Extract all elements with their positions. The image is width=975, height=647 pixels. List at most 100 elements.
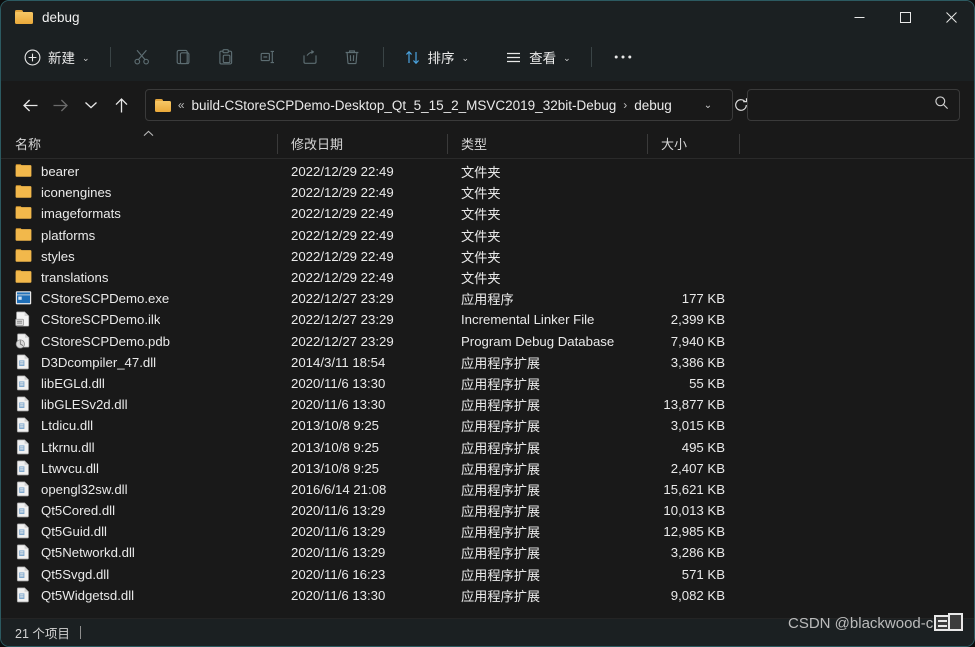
- file-name-cell[interactable]: platforms: [1, 225, 277, 246]
- file-type-cell: 应用程序扩展: [461, 398, 541, 414]
- file-date-cell: 2022/12/29 22:49: [291, 185, 394, 201]
- file-name-label: Qt5Widgetsd.dll: [41, 587, 135, 603]
- file-name-label: Ltdicu.dll: [41, 418, 94, 434]
- maximize-button[interactable]: [882, 1, 928, 33]
- file-name-label: translations: [41, 270, 109, 286]
- table-row[interactable]: Qt5Cored.dll 2020/11/6 13:29 应用程序扩展 10,013 …: [1, 500, 974, 521]
- table-row[interactable]: opengl32sw.dll 2016/6/14 21:08 应用程序扩展 15,62…: [1, 479, 974, 500]
- table-row[interactable]: libGLESv2d.dll 2020/11/6 13:30 应用程序扩展 13,87…: [1, 394, 974, 415]
- file-name-cell[interactable]: CStoreSCPDemo.pdb: [1, 331, 277, 352]
- file-size-cell: 2,407 KB: [670, 460, 725, 476]
- table-row[interactable]: Qt5Svgd.dll 2020/11/6 16:23 应用程序扩展 571 KB: [1, 564, 974, 585]
- share-icon: [301, 48, 319, 66]
- paste-button[interactable]: [206, 41, 246, 73]
- file-list[interactable]: bearer 2022/12/29 22:49 文件夹 iconengines 2022…: [1, 159, 974, 618]
- status-bar: 21 个项目: [1, 618, 974, 646]
- file-name-cell[interactable]: Qt5Svgd.dll: [1, 564, 277, 585]
- file-name-label: iconengines: [41, 185, 112, 201]
- file-name-cell[interactable]: bearer: [1, 161, 277, 182]
- table-row[interactable]: Qt5Widgetsd.dll 2020/11/6 13:30 应用程序扩展 9,08…: [1, 585, 974, 606]
- column-header-name[interactable]: 名称: [1, 129, 277, 159]
- file-name-label: Ltkrnu.dll: [41, 439, 95, 455]
- delete-button[interactable]: [332, 41, 372, 73]
- up-button[interactable]: [106, 89, 136, 121]
- table-row[interactable]: styles 2022/12/29 22:49 文件夹: [1, 246, 974, 267]
- back-button[interactable]: [15, 89, 45, 121]
- file-date-cell: 2013/10/8 9:25: [291, 460, 379, 476]
- rename-button[interactable]: [248, 41, 288, 73]
- file-size-cell: 9,082 KB: [670, 587, 725, 603]
- minimize-button[interactable]: [836, 1, 882, 33]
- ellipsis-icon: [614, 54, 632, 60]
- search-input[interactable]: [758, 97, 935, 113]
- view-button[interactable]: 查看 ⌄: [496, 41, 580, 73]
- file-name-cell[interactable]: Ltdicu.dll: [1, 415, 277, 436]
- file-name-cell[interactable]: libGLESv2d.dll: [1, 394, 277, 415]
- file-name-cell[interactable]: Qt5Networkd.dll: [1, 542, 277, 563]
- table-row[interactable]: Qt5Guid.dll 2020/11/6 13:29 应用程序扩展 12,985 K…: [1, 521, 974, 542]
- file-name-cell[interactable]: CStoreSCPDemo.exe: [1, 288, 277, 309]
- file-size-cell: [647, 203, 739, 224]
- share-button[interactable]: [290, 41, 330, 73]
- file-date-cell: 2022/12/29 22:49: [291, 227, 394, 243]
- table-row[interactable]: imageformats 2022/12/29 22:49 文件夹: [1, 203, 974, 224]
- table-row[interactable]: Ltdicu.dll 2013/10/8 9:25 应用程序扩展 3,015 KB: [1, 415, 974, 436]
- table-row[interactable]: Ltwvcu.dll 2013/10/8 9:25 应用程序扩展 2,407 KB: [1, 458, 974, 479]
- file-name-cell[interactable]: Qt5Cored.dll: [1, 500, 277, 521]
- column-header-type[interactable]: 类型: [447, 129, 647, 159]
- sort-button[interactable]: 排序 ⌄: [395, 41, 479, 73]
- file-name-cell[interactable]: Ltkrnu.dll: [1, 437, 277, 458]
- file-name-cell[interactable]: opengl32sw.dll: [1, 479, 277, 500]
- chevron-down-icon: ⌄: [563, 52, 571, 63]
- cut-button[interactable]: [122, 41, 162, 73]
- scissors-icon: [133, 48, 151, 66]
- more-options-button[interactable]: [603, 41, 643, 73]
- file-name-cell[interactable]: styles: [1, 246, 277, 267]
- column-header-date[interactable]: 修改日期: [277, 129, 447, 159]
- sort-ascending-icon: [143, 130, 154, 139]
- pdb-icon: [15, 333, 32, 350]
- table-row[interactable]: libEGLd.dll 2020/11/6 13:30 应用程序扩展 55 KB: [1, 373, 974, 394]
- table-row[interactable]: CStoreSCPDemo.exe 2022/12/27 23:29 应用程序 177…: [1, 288, 974, 309]
- table-row[interactable]: Qt5Networkd.dll 2020/11/6 13:29 应用程序扩展 3,28…: [1, 542, 974, 563]
- file-date-cell: 2022/12/29 22:49: [291, 248, 394, 264]
- file-name-cell[interactable]: CStoreSCPDemo.ilk: [1, 309, 277, 330]
- file-name-cell[interactable]: Ltwvcu.dll: [1, 458, 277, 479]
- file-name-cell[interactable]: libEGLd.dll: [1, 373, 277, 394]
- file-name-cell[interactable]: Qt5Guid.dll: [1, 521, 277, 542]
- sort-arrows-icon: [404, 49, 421, 66]
- copy-button[interactable]: [164, 41, 204, 73]
- search-box[interactable]: [747, 89, 961, 121]
- chevron-down-icon[interactable]: ⌄: [696, 100, 720, 111]
- table-row[interactable]: platforms 2022/12/29 22:49 文件夹: [1, 225, 974, 246]
- table-row[interactable]: bearer 2022/12/29 22:49 文件夹: [1, 161, 974, 182]
- file-name-label: Qt5Cored.dll: [41, 503, 116, 519]
- new-button[interactable]: 新建 ⌄: [15, 41, 99, 73]
- table-row[interactable]: CStoreSCPDemo.ilk 2022/12/27 23:29 Increme…: [1, 309, 974, 330]
- file-name-cell[interactable]: translations: [1, 267, 277, 288]
- breadcrumb-item-debug[interactable]: debug: [634, 98, 672, 113]
- folder-icon: [15, 10, 33, 24]
- table-row[interactable]: iconengines 2022/12/29 22:49 文件夹: [1, 182, 974, 203]
- file-size-cell: [647, 225, 739, 246]
- close-button[interactable]: [928, 1, 974, 33]
- file-name-label: Qt5Networkd.dll: [41, 545, 135, 561]
- file-type-cell: 文件夹: [461, 271, 501, 287]
- breadcrumb-overflow[interactable]: «: [178, 98, 185, 112]
- file-name-cell[interactable]: D3Dcompiler_47.dll: [1, 352, 277, 373]
- file-name-cell[interactable]: Qt5Widgetsd.dll: [1, 585, 277, 606]
- table-row[interactable]: translations 2022/12/29 22:49 文件夹: [1, 267, 974, 288]
- breadcrumb-item-project[interactable]: build-CStoreSCPDemo-Desktop_Qt_5_15_2_MS…: [192, 98, 617, 113]
- table-row[interactable]: Ltkrnu.dll 2013/10/8 9:25 应用程序扩展 495 KB: [1, 436, 974, 457]
- file-name-cell[interactable]: imageformats: [1, 203, 277, 224]
- breadcrumb[interactable]: « build-CStoreSCPDemo-Desktop_Qt_5_15_2_…: [144, 89, 748, 121]
- folder-icon: [15, 205, 32, 222]
- file-name-cell[interactable]: iconengines: [1, 182, 277, 203]
- file-type-cell: 文件夹: [461, 186, 501, 202]
- table-row[interactable]: CStoreSCPDemo.pdb 2022/12/27 23:29 Program…: [1, 331, 974, 352]
- forward-button[interactable]: [45, 89, 75, 121]
- dll-icon: [15, 439, 32, 456]
- table-row[interactable]: D3Dcompiler_47.dll 2014/3/11 18:54 应用程序扩展 3…: [1, 352, 974, 373]
- column-header-size[interactable]: 大小: [647, 129, 739, 159]
- recent-locations-button[interactable]: [76, 89, 106, 121]
